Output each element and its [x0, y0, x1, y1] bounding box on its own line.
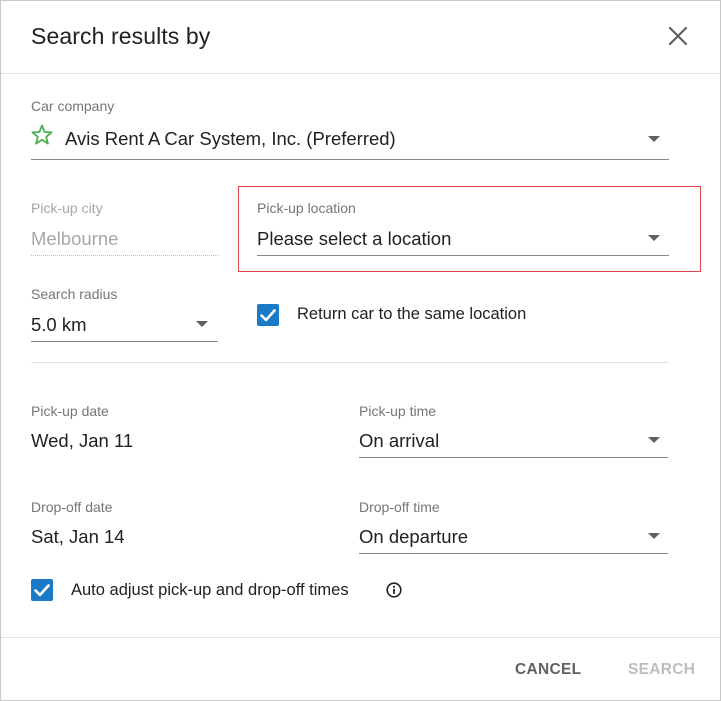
pickup-city-label: Pick-up city [31, 200, 103, 216]
car-company-value: Avis Rent A Car System, Inc. (Preferred) [65, 128, 396, 149]
dialog-footer-divider [1, 637, 720, 638]
dropoff-time-underline [359, 553, 668, 554]
dropoff-time-value: On departure [359, 526, 469, 547]
pickup-location-underline [257, 255, 669, 256]
search-radius-label: Search radius [31, 286, 118, 302]
pickup-location-value: Please select a location [257, 228, 452, 249]
pickup-time-underline [359, 457, 668, 458]
checkmark-icon [260, 309, 276, 322]
car-company-select[interactable]: Car company Avis Rent A Car System, Inc.… [31, 98, 669, 160]
chevron-down-icon [196, 321, 208, 327]
cancel-button[interactable]: CANCEL [515, 661, 581, 679]
search-dialog: Search results by Car company Avis Rent … [0, 0, 721, 701]
return-same-location-checkbox[interactable] [257, 304, 279, 326]
search-radius-value: 5.0 km [31, 314, 87, 335]
search-radius-select[interactable]: Search radius 5.0 km [31, 286, 218, 343]
dropoff-date-field[interactable]: Drop-off date Sat, Jan 14 [31, 499, 331, 549]
dropoff-time-label: Drop-off time [359, 499, 440, 515]
pickup-date-value: Wed, Jan 11 [31, 430, 134, 451]
search-button[interactable]: SEARCH [628, 661, 695, 679]
auto-adjust-label: Auto adjust pick-up and drop-off times [71, 581, 349, 599]
return-same-location-label: Return car to the same location [297, 305, 527, 323]
car-company-label: Car company [31, 98, 115, 114]
dialog-title: Search results by [31, 23, 211, 49]
dialog-header: Search results by [1, 1, 720, 74]
chevron-down-icon [648, 136, 660, 142]
chevron-down-icon [648, 437, 660, 443]
pickup-city-field: Pick-up city Melbourne [31, 200, 218, 258]
pickup-date-field[interactable]: Pick-up date Wed, Jan 11 [31, 403, 331, 453]
car-company-underline [31, 159, 669, 160]
section-divider [31, 362, 669, 363]
auto-adjust-checkbox[interactable] [31, 579, 53, 601]
close-icon[interactable] [665, 23, 691, 49]
star-outline-icon [31, 124, 53, 146]
dropoff-time-select[interactable]: Drop-off time On departure [359, 499, 668, 555]
chevron-down-icon [648, 533, 660, 539]
pickup-location-select[interactable]: Pick-up location Please select a locatio… [257, 200, 669, 258]
pickup-location-label: Pick-up location [257, 200, 356, 216]
pickup-time-select[interactable]: Pick-up time On arrival [359, 403, 668, 459]
pickup-city-underline [31, 255, 218, 256]
search-radius-underline [31, 341, 218, 342]
pickup-time-label: Pick-up time [359, 403, 437, 419]
dropoff-date-value: Sat, Jan 14 [31, 526, 125, 547]
pickup-time-value: On arrival [359, 430, 440, 451]
pickup-date-label: Pick-up date [31, 403, 109, 419]
info-icon[interactable] [386, 582, 402, 598]
dropoff-date-label: Drop-off date [31, 499, 113, 515]
chevron-down-icon [648, 235, 660, 241]
pickup-city-value: Melbourne [31, 228, 119, 249]
checkmark-icon [34, 584, 50, 597]
